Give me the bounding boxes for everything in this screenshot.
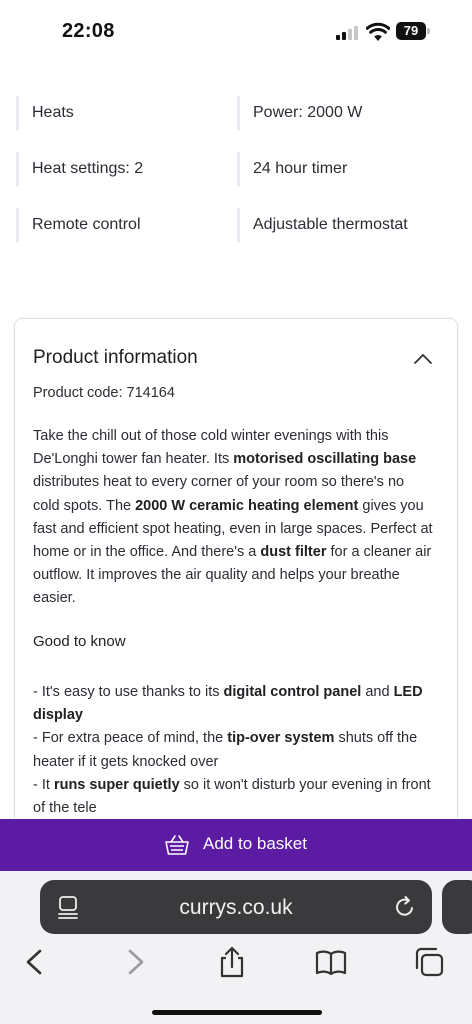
feature-timer: 24 hour timer: [237, 152, 347, 186]
status-time: 22:08: [62, 20, 115, 42]
back-icon[interactable]: [18, 945, 52, 979]
bookmarks-icon[interactable]: [314, 945, 348, 979]
product-description: Take the chill out of those cold winter …: [33, 428, 433, 607]
chevron-up-icon[interactable]: [413, 351, 433, 365]
feature-thermostat: Adjustable thermostat: [237, 208, 408, 242]
next-tab-preview[interactable]: [442, 880, 472, 934]
add-to-basket-label: Add to basket: [203, 834, 307, 853]
feature-heats: Heats: [16, 96, 74, 130]
status-bar: 22:08 79: [0, 0, 472, 64]
reload-icon[interactable]: [393, 895, 417, 919]
forward-icon[interactable]: [118, 945, 152, 979]
address-bar[interactable]: currys.co.uk: [40, 880, 432, 934]
add-to-basket-button[interactable]: Add to basket: [0, 819, 472, 871]
list-item: - It runs super quietly so it won't dist…: [33, 776, 431, 817]
url-text[interactable]: currys.co.uk: [40, 896, 432, 920]
wifi-icon: [366, 22, 390, 41]
basket-icon: [165, 835, 189, 855]
list-item: - It's easy to use thanks to its digital…: [33, 684, 423, 724]
good-to-know-list: - It's easy to use thanks to its digital…: [33, 681, 438, 820]
feature-power: Power: 2000 W: [237, 96, 362, 130]
home-indicator: [152, 1010, 322, 1015]
signal-icon: [336, 26, 360, 40]
tabs-icon[interactable]: [412, 945, 446, 979]
battery-icon: [427, 28, 430, 34]
product-info-card: Product information Product code: 714164…: [14, 318, 458, 838]
good-to-know-heading: Good to know: [33, 633, 126, 650]
browser-toolbar: currys.co.uk: [0, 871, 472, 1024]
list-item: - For extra peace of mind, the tip-over …: [33, 730, 418, 770]
share-icon[interactable]: [215, 945, 249, 979]
feature-remote: Remote control: [16, 208, 141, 242]
product-info-title[interactable]: Product information: [33, 347, 198, 369]
product-code: Product code: 714164: [33, 385, 175, 401]
feature-heat-settings: Heat settings: 2: [16, 152, 143, 186]
battery-level: 79: [396, 22, 426, 40]
